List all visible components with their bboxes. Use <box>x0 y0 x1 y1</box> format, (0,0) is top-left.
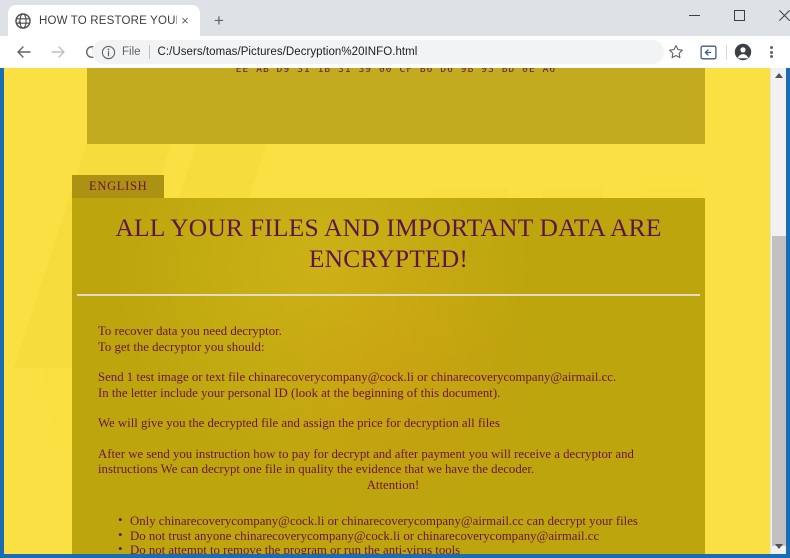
tab-close-icon[interactable]: × <box>177 13 193 29</box>
personal-id-hex: EE AB D9 31 1B 31 39 00 CF B6 D6 9B 93 B… <box>235 68 557 75</box>
instructions-body: To recover data you need decryptor. To g… <box>98 324 688 493</box>
back-button[interactable] <box>10 38 38 66</box>
vertical-scrollbar[interactable] <box>770 68 786 554</box>
ransom-note-card: ALL YOUR FILES AND IMPORTANT DATA ARE EN… <box>72 198 705 554</box>
body-line-2: To get the decryptor you should: <box>98 339 265 354</box>
window-close-button[interactable] <box>762 0 790 30</box>
ransom-note-page: EE AB D9 31 1B 31 39 00 CF B6 D6 9B 93 B… <box>4 68 770 554</box>
tab-title: HOW TO RESTORE YOUR FILES <box>39 14 177 27</box>
menu-dot <box>769 46 773 49</box>
browser-window: HOW TO RESTORE YOUR FILES × + <box>0 0 790 558</box>
address-bar[interactable]: File C:/Users/tomas/Pictures/Decryption%… <box>92 40 664 64</box>
site-info-icon[interactable] <box>101 45 116 60</box>
header-divider <box>77 294 700 296</box>
browser-toolbar: File C:/Users/tomas/Pictures/Decryption%… <box>0 36 790 68</box>
scrollbar-thumb[interactable] <box>772 236 786 546</box>
three-dot-menu-icon[interactable] <box>762 43 780 61</box>
globe-icon <box>15 12 31 29</box>
cast-extension-icon[interactable] <box>700 44 717 61</box>
language-tab-english[interactable]: ENGLISH <box>72 175 164 198</box>
language-tab-label: ENGLISH <box>89 179 148 193</box>
tab-strip: HOW TO RESTORE YOUR FILES × + <box>0 0 790 36</box>
list-item: Do not trust anyone chinarecoverycompany… <box>116 528 696 544</box>
menu-dot <box>769 50 773 54</box>
list-item: Do not attempt to remove the program or … <box>116 542 696 554</box>
bookmark-star-icon[interactable] <box>668 44 684 60</box>
attention-text: Attention! <box>366 477 420 492</box>
body-line-7: instructions We can decrypt one file in … <box>98 462 535 476</box>
url-text[interactable]: C:/Users/tomas/Pictures/Decryption%20INF… <box>158 46 418 58</box>
list-item: Only chinarecoverycompany@cock.li or chi… <box>116 513 696 529</box>
body-line-5: We will give you the decrypted file and … <box>98 416 500 430</box>
profile-avatar-icon[interactable] <box>734 43 752 61</box>
new-tab-button[interactable]: + <box>207 9 231 33</box>
url-scheme-label: File <box>122 46 141 58</box>
forward-button[interactable] <box>44 38 72 66</box>
toolbar-divider <box>726 45 727 60</box>
scroll-up-arrow-icon[interactable] <box>771 68 786 83</box>
menu-dot <box>769 55 773 58</box>
hex-id-strip: EE AB D9 31 1B 31 39 00 CF B6 D6 9B 93 B… <box>87 68 705 144</box>
body-line-6: After we send you instruction how to pay… <box>98 446 634 461</box>
body-line-3: Send 1 test image or text file chinareco… <box>98 370 617 384</box>
page-viewport: EE AB D9 31 1B 31 39 00 CF B6 D6 9B 93 B… <box>4 68 786 554</box>
body-line-1: To recover data you need decryptor. <box>98 324 282 338</box>
window-minimize-button[interactable] <box>672 0 717 30</box>
scroll-down-arrow-icon[interactable] <box>771 539 786 554</box>
tab-how-to-restore-your-files[interactable]: HOW TO RESTORE YOUR FILES × <box>8 5 200 36</box>
window-maximize-button[interactable] <box>717 0 762 30</box>
omnibox-divider <box>148 45 150 59</box>
warning-list: Only chinarecoverycompany@cock.li or chi… <box>116 513 696 554</box>
body-line-4: In the letter include your personal ID (… <box>98 385 501 400</box>
page-title: ALL YOUR FILES AND IMPORTANT DATA ARE EN… <box>115 213 662 274</box>
